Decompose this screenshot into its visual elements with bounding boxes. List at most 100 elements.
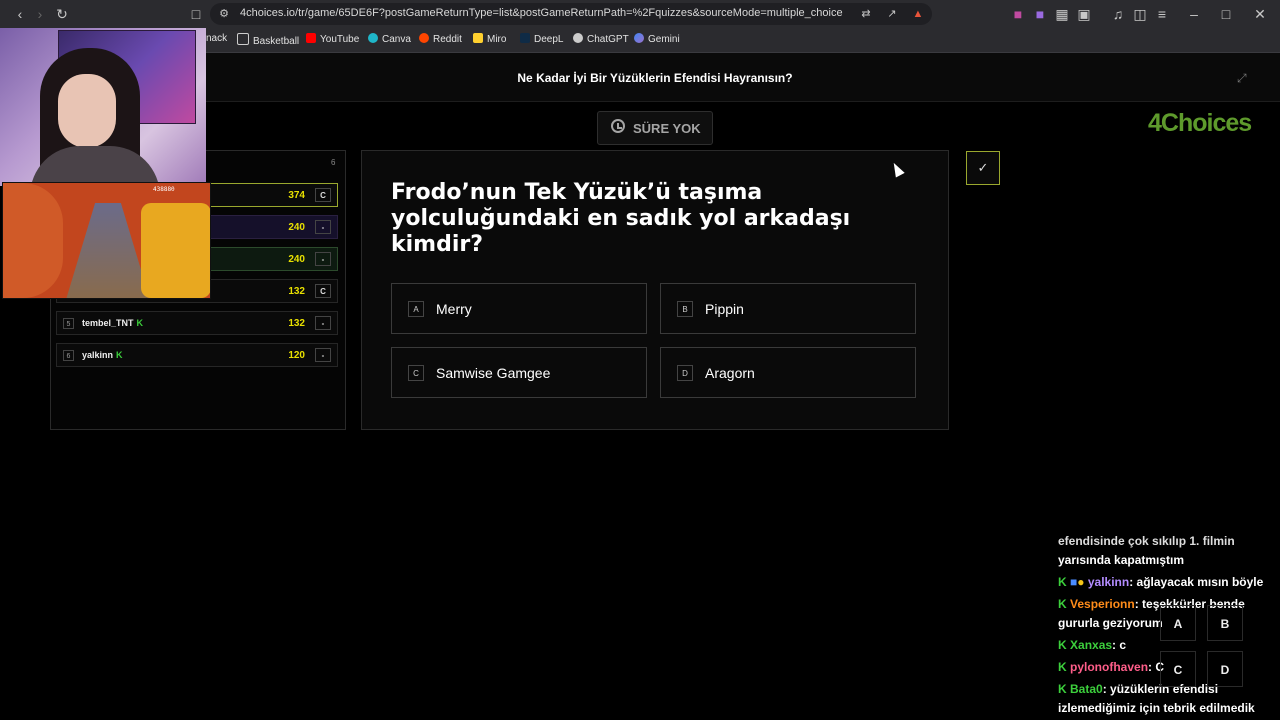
menu-icon[interactable]: ≡ [1154, 6, 1170, 22]
player-rank: 6 [63, 350, 74, 361]
bookmark-icon[interactable]: □ [188, 6, 204, 22]
close-icon[interactable]: ✕ [1252, 6, 1268, 22]
player-name: yalkinn K [82, 350, 123, 360]
option-d-button[interactable]: D Aragorn [660, 347, 916, 398]
chat-message: K Xanxas: c [1058, 637, 1126, 653]
bookmark-item[interactable]: Reddit [419, 33, 462, 45]
bookmark-item[interactable]: Canva [368, 33, 411, 45]
chat-username: pylonofhaven [1070, 660, 1149, 674]
chat-message: izlemediğimiz için tebrik edilmedik [1058, 700, 1255, 716]
page-title: Ne Kadar İyi Bir Yüzüklerin Efendisi Hay… [517, 71, 793, 85]
option-letter: C [408, 365, 424, 381]
option-c-button[interactable]: C Samwise Gamgee [391, 347, 647, 398]
player-score: 120 [288, 350, 305, 361]
back-icon[interactable]: ‹ [12, 6, 28, 22]
wallet-icon[interactable]: ▣ [1076, 6, 1092, 22]
player-answer: - [315, 348, 331, 362]
minimize-icon[interactable]: – [1186, 6, 1202, 22]
chat-text: : c [1112, 638, 1127, 652]
timer-label: SÜRE YOK [633, 121, 701, 136]
game-train [141, 203, 210, 298]
chat-answer-a: A [1160, 605, 1196, 641]
player-name: tembel_TNT K [82, 318, 144, 328]
chat-message: K pylonofhaven: C [1058, 659, 1164, 675]
webcam-overlay [0, 28, 206, 186]
player-score: 132 [288, 286, 305, 297]
puzzle-icon[interactable]: ▦ [1054, 6, 1070, 22]
music-icon[interactable]: ♫ [1110, 6, 1126, 22]
chat-message: K ■● yalkinn: ağlayacak mısın böyle [1058, 574, 1263, 590]
channel-badge-icon: K [1058, 682, 1067, 696]
player-score: 240 [288, 254, 305, 265]
chat-username: yalkinn [1087, 575, 1130, 589]
option-letter: B [677, 301, 693, 317]
player-rank: 5 [63, 318, 74, 329]
game-wall [3, 183, 63, 298]
player-answer: - [315, 220, 331, 234]
player-score: 374 [288, 190, 305, 201]
player-score: 132 [288, 318, 305, 329]
badge-icon: ● [1077, 575, 1085, 589]
question-card: Frodo’nun Tek Yüzük’ü taşıma yolculuğund… [361, 150, 949, 430]
chat-username: Bata0 [1070, 682, 1103, 696]
question-text: Frodo’nun Tek Yüzük’ü taşıma yolculuğund… [391, 180, 851, 257]
page-header: Ne Kadar İyi Bir Yüzüklerin Efendisi Hay… [205, 53, 1280, 102]
option-letter: D [677, 365, 693, 381]
address-bar[interactable]: ⚙ 4choices.io/tr/game/65DE6F?postGameRet… [210, 3, 932, 25]
channel-badge-icon: K [116, 350, 123, 360]
player-answer: - [315, 316, 331, 330]
channel-badge-icon: K [136, 318, 144, 328]
chat-text: : ağlayacak mısın böyle [1129, 575, 1264, 589]
timer-badge: SÜRE YOK [597, 111, 713, 145]
player-answer: C [315, 188, 331, 202]
chat-username: Vesperionn [1070, 597, 1135, 611]
url-text[interactable]: 4choices.io/tr/game/65DE6F?postGameRetur… [240, 7, 843, 19]
bookmark-item[interactable]: YouTube [306, 33, 359, 45]
player-answer: - [315, 252, 331, 266]
bookmark-item[interactable]: Basketball [237, 33, 299, 47]
option-text: Merry [436, 301, 472, 317]
chat-message: gururla geziyorum [1058, 615, 1163, 631]
bookmark-item[interactable]: Miro [473, 33, 506, 45]
player-count: 6 [331, 158, 336, 167]
fullscreen-icon[interactable]: ⤢ [1237, 71, 1247, 86]
leaderboard-row: 6 yalkinn K 120 - [56, 343, 338, 367]
chat-text: izlemediğimiz için tebrik edilmedik [1058, 701, 1255, 715]
forward-icon[interactable]: › [32, 6, 48, 22]
option-a-button[interactable]: A Merry [391, 283, 647, 334]
leaderboard-row: 5 tembel_TNT K 132 - [56, 311, 338, 335]
bookmark-item[interactable]: ChatGPT [573, 33, 629, 45]
site-info-icon[interactable]: ⚙ [216, 6, 232, 22]
channel-badge-icon: K [1058, 597, 1067, 611]
confirm-button[interactable]: ✓ [966, 151, 1000, 185]
maximize-icon[interactable]: □ [1218, 6, 1234, 22]
game-overlay: 438880 [2, 182, 211, 299]
game-score: 438880 [153, 186, 175, 193]
chat-answer-c: C [1160, 651, 1196, 687]
game-track [65, 203, 151, 298]
brave-shield-icon[interactable]: ▲ [910, 6, 926, 22]
chat-username: Xanxas [1070, 638, 1113, 652]
channel-badge-icon: K [1058, 660, 1067, 674]
bookmark-item[interactable]: nack [206, 33, 227, 44]
check-icon: ✓ [977, 160, 989, 175]
bookmark-item[interactable]: Gemini [634, 33, 680, 45]
sidebar-icon[interactable]: ◫ [1132, 6, 1148, 22]
share-icon[interactable]: ↗ [884, 6, 900, 22]
streamer-face [58, 74, 116, 148]
bookmark-item[interactable]: DeepL [520, 33, 563, 45]
chat-message-partial: efendisinde çok sıkılıp 1. filmin [1058, 534, 1235, 548]
chat-answer-b: B [1207, 605, 1243, 641]
extension-icon[interactable]: ■ [1010, 6, 1026, 22]
option-text: Aragorn [705, 365, 755, 381]
player-answer: C [315, 284, 331, 298]
browser-toolbar: ‹ › ↻ □ ⚙ 4choices.io/tr/game/65DE6F?pos… [0, 0, 1280, 28]
chat-text: gururla geziyorum [1058, 616, 1163, 630]
reload-icon[interactable]: ↻ [54, 6, 70, 22]
extension-icon[interactable]: ■ [1032, 6, 1048, 22]
brand-logo: 4Choices [1148, 109, 1252, 137]
option-b-button[interactable]: B Pippin [660, 283, 916, 334]
translate-icon[interactable]: ⇄ [858, 6, 874, 22]
chat-message-partial: yarısında kapatmıştım [1058, 553, 1185, 567]
option-text: Samwise Gamgee [436, 365, 551, 381]
